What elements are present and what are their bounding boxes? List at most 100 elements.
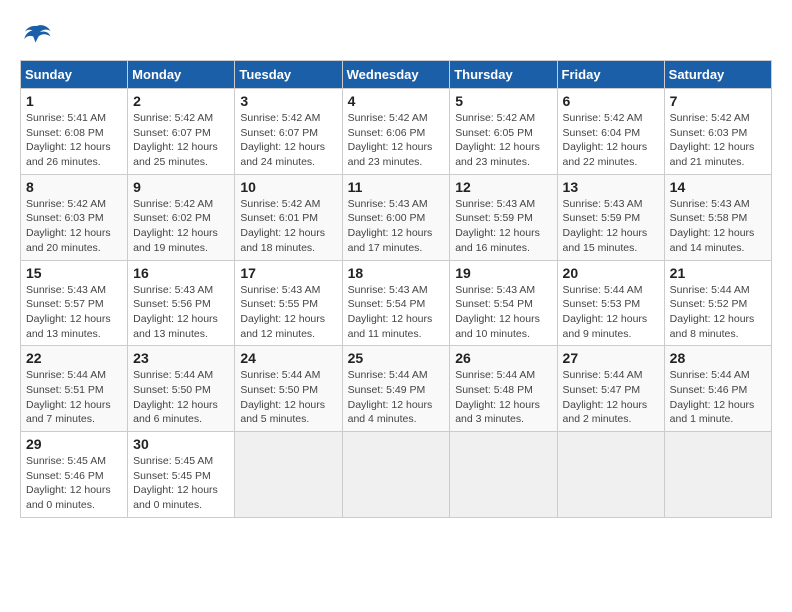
- day-number: 4: [348, 93, 445, 109]
- day-number: 30: [133, 436, 229, 452]
- day-number: 1: [26, 93, 122, 109]
- day-detail: Sunrise: 5:42 AM Sunset: 6:03 PM Dayligh…: [670, 111, 766, 170]
- calendar-cell: [557, 432, 664, 518]
- calendar-cell: 2 Sunrise: 5:42 AM Sunset: 6:07 PM Dayli…: [128, 89, 235, 175]
- day-number: 10: [240, 179, 336, 195]
- day-number: 11: [348, 179, 445, 195]
- day-detail: Sunrise: 5:45 AM Sunset: 5:45 PM Dayligh…: [133, 454, 229, 513]
- col-header-wednesday: Wednesday: [342, 61, 450, 89]
- calendar-cell: 27 Sunrise: 5:44 AM Sunset: 5:47 PM Dayl…: [557, 346, 664, 432]
- week-row-5: 29 Sunrise: 5:45 AM Sunset: 5:46 PM Dayl…: [21, 432, 772, 518]
- calendar-cell: 26 Sunrise: 5:44 AM Sunset: 5:48 PM Dayl…: [450, 346, 557, 432]
- calendar-cell: 7 Sunrise: 5:42 AM Sunset: 6:03 PM Dayli…: [664, 89, 771, 175]
- day-number: 25: [348, 350, 445, 366]
- day-detail: Sunrise: 5:43 AM Sunset: 5:59 PM Dayligh…: [455, 197, 551, 256]
- day-detail: Sunrise: 5:43 AM Sunset: 5:54 PM Dayligh…: [348, 283, 445, 342]
- calendar-cell: 15 Sunrise: 5:43 AM Sunset: 5:57 PM Dayl…: [21, 260, 128, 346]
- day-detail: Sunrise: 5:44 AM Sunset: 5:49 PM Dayligh…: [348, 368, 445, 427]
- day-detail: Sunrise: 5:43 AM Sunset: 5:55 PM Dayligh…: [240, 283, 336, 342]
- day-number: 28: [670, 350, 766, 366]
- day-detail: Sunrise: 5:42 AM Sunset: 6:01 PM Dayligh…: [240, 197, 336, 256]
- day-detail: Sunrise: 5:43 AM Sunset: 5:54 PM Dayligh…: [455, 283, 551, 342]
- calendar-body: 1 Sunrise: 5:41 AM Sunset: 6:08 PM Dayli…: [21, 89, 772, 518]
- calendar-cell: 3 Sunrise: 5:42 AM Sunset: 6:07 PM Dayli…: [235, 89, 342, 175]
- day-detail: Sunrise: 5:44 AM Sunset: 5:48 PM Dayligh…: [455, 368, 551, 427]
- day-detail: Sunrise: 5:43 AM Sunset: 5:58 PM Dayligh…: [670, 197, 766, 256]
- col-header-saturday: Saturday: [664, 61, 771, 89]
- calendar-cell: 17 Sunrise: 5:43 AM Sunset: 5:55 PM Dayl…: [235, 260, 342, 346]
- col-header-thursday: Thursday: [450, 61, 557, 89]
- column-headers: SundayMondayTuesdayWednesdayThursdayFrid…: [21, 61, 772, 89]
- day-detail: Sunrise: 5:42 AM Sunset: 6:07 PM Dayligh…: [240, 111, 336, 170]
- week-row-3: 15 Sunrise: 5:43 AM Sunset: 5:57 PM Dayl…: [21, 260, 772, 346]
- day-detail: Sunrise: 5:43 AM Sunset: 5:56 PM Dayligh…: [133, 283, 229, 342]
- day-detail: Sunrise: 5:44 AM Sunset: 5:50 PM Dayligh…: [240, 368, 336, 427]
- day-number: 20: [563, 265, 659, 281]
- page-header: [20, 20, 772, 50]
- calendar-cell: 8 Sunrise: 5:42 AM Sunset: 6:03 PM Dayli…: [21, 174, 128, 260]
- day-detail: Sunrise: 5:43 AM Sunset: 6:00 PM Dayligh…: [348, 197, 445, 256]
- logo: [20, 20, 52, 50]
- calendar-cell: [664, 432, 771, 518]
- day-detail: Sunrise: 5:43 AM Sunset: 5:59 PM Dayligh…: [563, 197, 659, 256]
- day-number: 27: [563, 350, 659, 366]
- calendar-cell: 28 Sunrise: 5:44 AM Sunset: 5:46 PM Dayl…: [664, 346, 771, 432]
- calendar-cell: 10 Sunrise: 5:42 AM Sunset: 6:01 PM Dayl…: [235, 174, 342, 260]
- day-number: 16: [133, 265, 229, 281]
- day-detail: Sunrise: 5:44 AM Sunset: 5:51 PM Dayligh…: [26, 368, 122, 427]
- day-detail: Sunrise: 5:42 AM Sunset: 6:03 PM Dayligh…: [26, 197, 122, 256]
- col-header-sunday: Sunday: [21, 61, 128, 89]
- day-number: 9: [133, 179, 229, 195]
- day-number: 18: [348, 265, 445, 281]
- day-detail: Sunrise: 5:42 AM Sunset: 6:02 PM Dayligh…: [133, 197, 229, 256]
- day-number: 8: [26, 179, 122, 195]
- calendar-cell: 16 Sunrise: 5:43 AM Sunset: 5:56 PM Dayl…: [128, 260, 235, 346]
- week-row-4: 22 Sunrise: 5:44 AM Sunset: 5:51 PM Dayl…: [21, 346, 772, 432]
- calendar-cell: 20 Sunrise: 5:44 AM Sunset: 5:53 PM Dayl…: [557, 260, 664, 346]
- calendar-table: SundayMondayTuesdayWednesdayThursdayFrid…: [20, 60, 772, 518]
- day-detail: Sunrise: 5:44 AM Sunset: 5:47 PM Dayligh…: [563, 368, 659, 427]
- day-number: 23: [133, 350, 229, 366]
- day-number: 12: [455, 179, 551, 195]
- calendar-cell: 18 Sunrise: 5:43 AM Sunset: 5:54 PM Dayl…: [342, 260, 450, 346]
- day-number: 15: [26, 265, 122, 281]
- calendar-cell: [235, 432, 342, 518]
- day-number: 24: [240, 350, 336, 366]
- calendar-cell: [342, 432, 450, 518]
- day-detail: Sunrise: 5:45 AM Sunset: 5:46 PM Dayligh…: [26, 454, 122, 513]
- calendar-cell: 25 Sunrise: 5:44 AM Sunset: 5:49 PM Dayl…: [342, 346, 450, 432]
- day-number: 29: [26, 436, 122, 452]
- logo-bird-icon: [22, 20, 52, 50]
- day-detail: Sunrise: 5:44 AM Sunset: 5:50 PM Dayligh…: [133, 368, 229, 427]
- calendar-cell: 19 Sunrise: 5:43 AM Sunset: 5:54 PM Dayl…: [450, 260, 557, 346]
- calendar-cell: 29 Sunrise: 5:45 AM Sunset: 5:46 PM Dayl…: [21, 432, 128, 518]
- day-number: 19: [455, 265, 551, 281]
- day-detail: Sunrise: 5:42 AM Sunset: 6:05 PM Dayligh…: [455, 111, 551, 170]
- day-number: 3: [240, 93, 336, 109]
- day-number: 14: [670, 179, 766, 195]
- col-header-monday: Monday: [128, 61, 235, 89]
- day-number: 2: [133, 93, 229, 109]
- calendar-cell: 9 Sunrise: 5:42 AM Sunset: 6:02 PM Dayli…: [128, 174, 235, 260]
- day-detail: Sunrise: 5:42 AM Sunset: 6:04 PM Dayligh…: [563, 111, 659, 170]
- day-detail: Sunrise: 5:44 AM Sunset: 5:52 PM Dayligh…: [670, 283, 766, 342]
- day-detail: Sunrise: 5:43 AM Sunset: 5:57 PM Dayligh…: [26, 283, 122, 342]
- calendar-cell: 5 Sunrise: 5:42 AM Sunset: 6:05 PM Dayli…: [450, 89, 557, 175]
- calendar-cell: 12 Sunrise: 5:43 AM Sunset: 5:59 PM Dayl…: [450, 174, 557, 260]
- calendar-cell: 14 Sunrise: 5:43 AM Sunset: 5:58 PM Dayl…: [664, 174, 771, 260]
- calendar-cell: 6 Sunrise: 5:42 AM Sunset: 6:04 PM Dayli…: [557, 89, 664, 175]
- day-detail: Sunrise: 5:44 AM Sunset: 5:53 PM Dayligh…: [563, 283, 659, 342]
- calendar-cell: 13 Sunrise: 5:43 AM Sunset: 5:59 PM Dayl…: [557, 174, 664, 260]
- calendar-cell: 30 Sunrise: 5:45 AM Sunset: 5:45 PM Dayl…: [128, 432, 235, 518]
- day-detail: Sunrise: 5:44 AM Sunset: 5:46 PM Dayligh…: [670, 368, 766, 427]
- week-row-1: 1 Sunrise: 5:41 AM Sunset: 6:08 PM Dayli…: [21, 89, 772, 175]
- day-detail: Sunrise: 5:42 AM Sunset: 6:06 PM Dayligh…: [348, 111, 445, 170]
- week-row-2: 8 Sunrise: 5:42 AM Sunset: 6:03 PM Dayli…: [21, 174, 772, 260]
- calendar-cell: 23 Sunrise: 5:44 AM Sunset: 5:50 PM Dayl…: [128, 346, 235, 432]
- col-header-tuesday: Tuesday: [235, 61, 342, 89]
- day-number: 5: [455, 93, 551, 109]
- calendar-cell: 24 Sunrise: 5:44 AM Sunset: 5:50 PM Dayl…: [235, 346, 342, 432]
- calendar-cell: [450, 432, 557, 518]
- calendar-cell: 4 Sunrise: 5:42 AM Sunset: 6:06 PM Dayli…: [342, 89, 450, 175]
- day-detail: Sunrise: 5:41 AM Sunset: 6:08 PM Dayligh…: [26, 111, 122, 170]
